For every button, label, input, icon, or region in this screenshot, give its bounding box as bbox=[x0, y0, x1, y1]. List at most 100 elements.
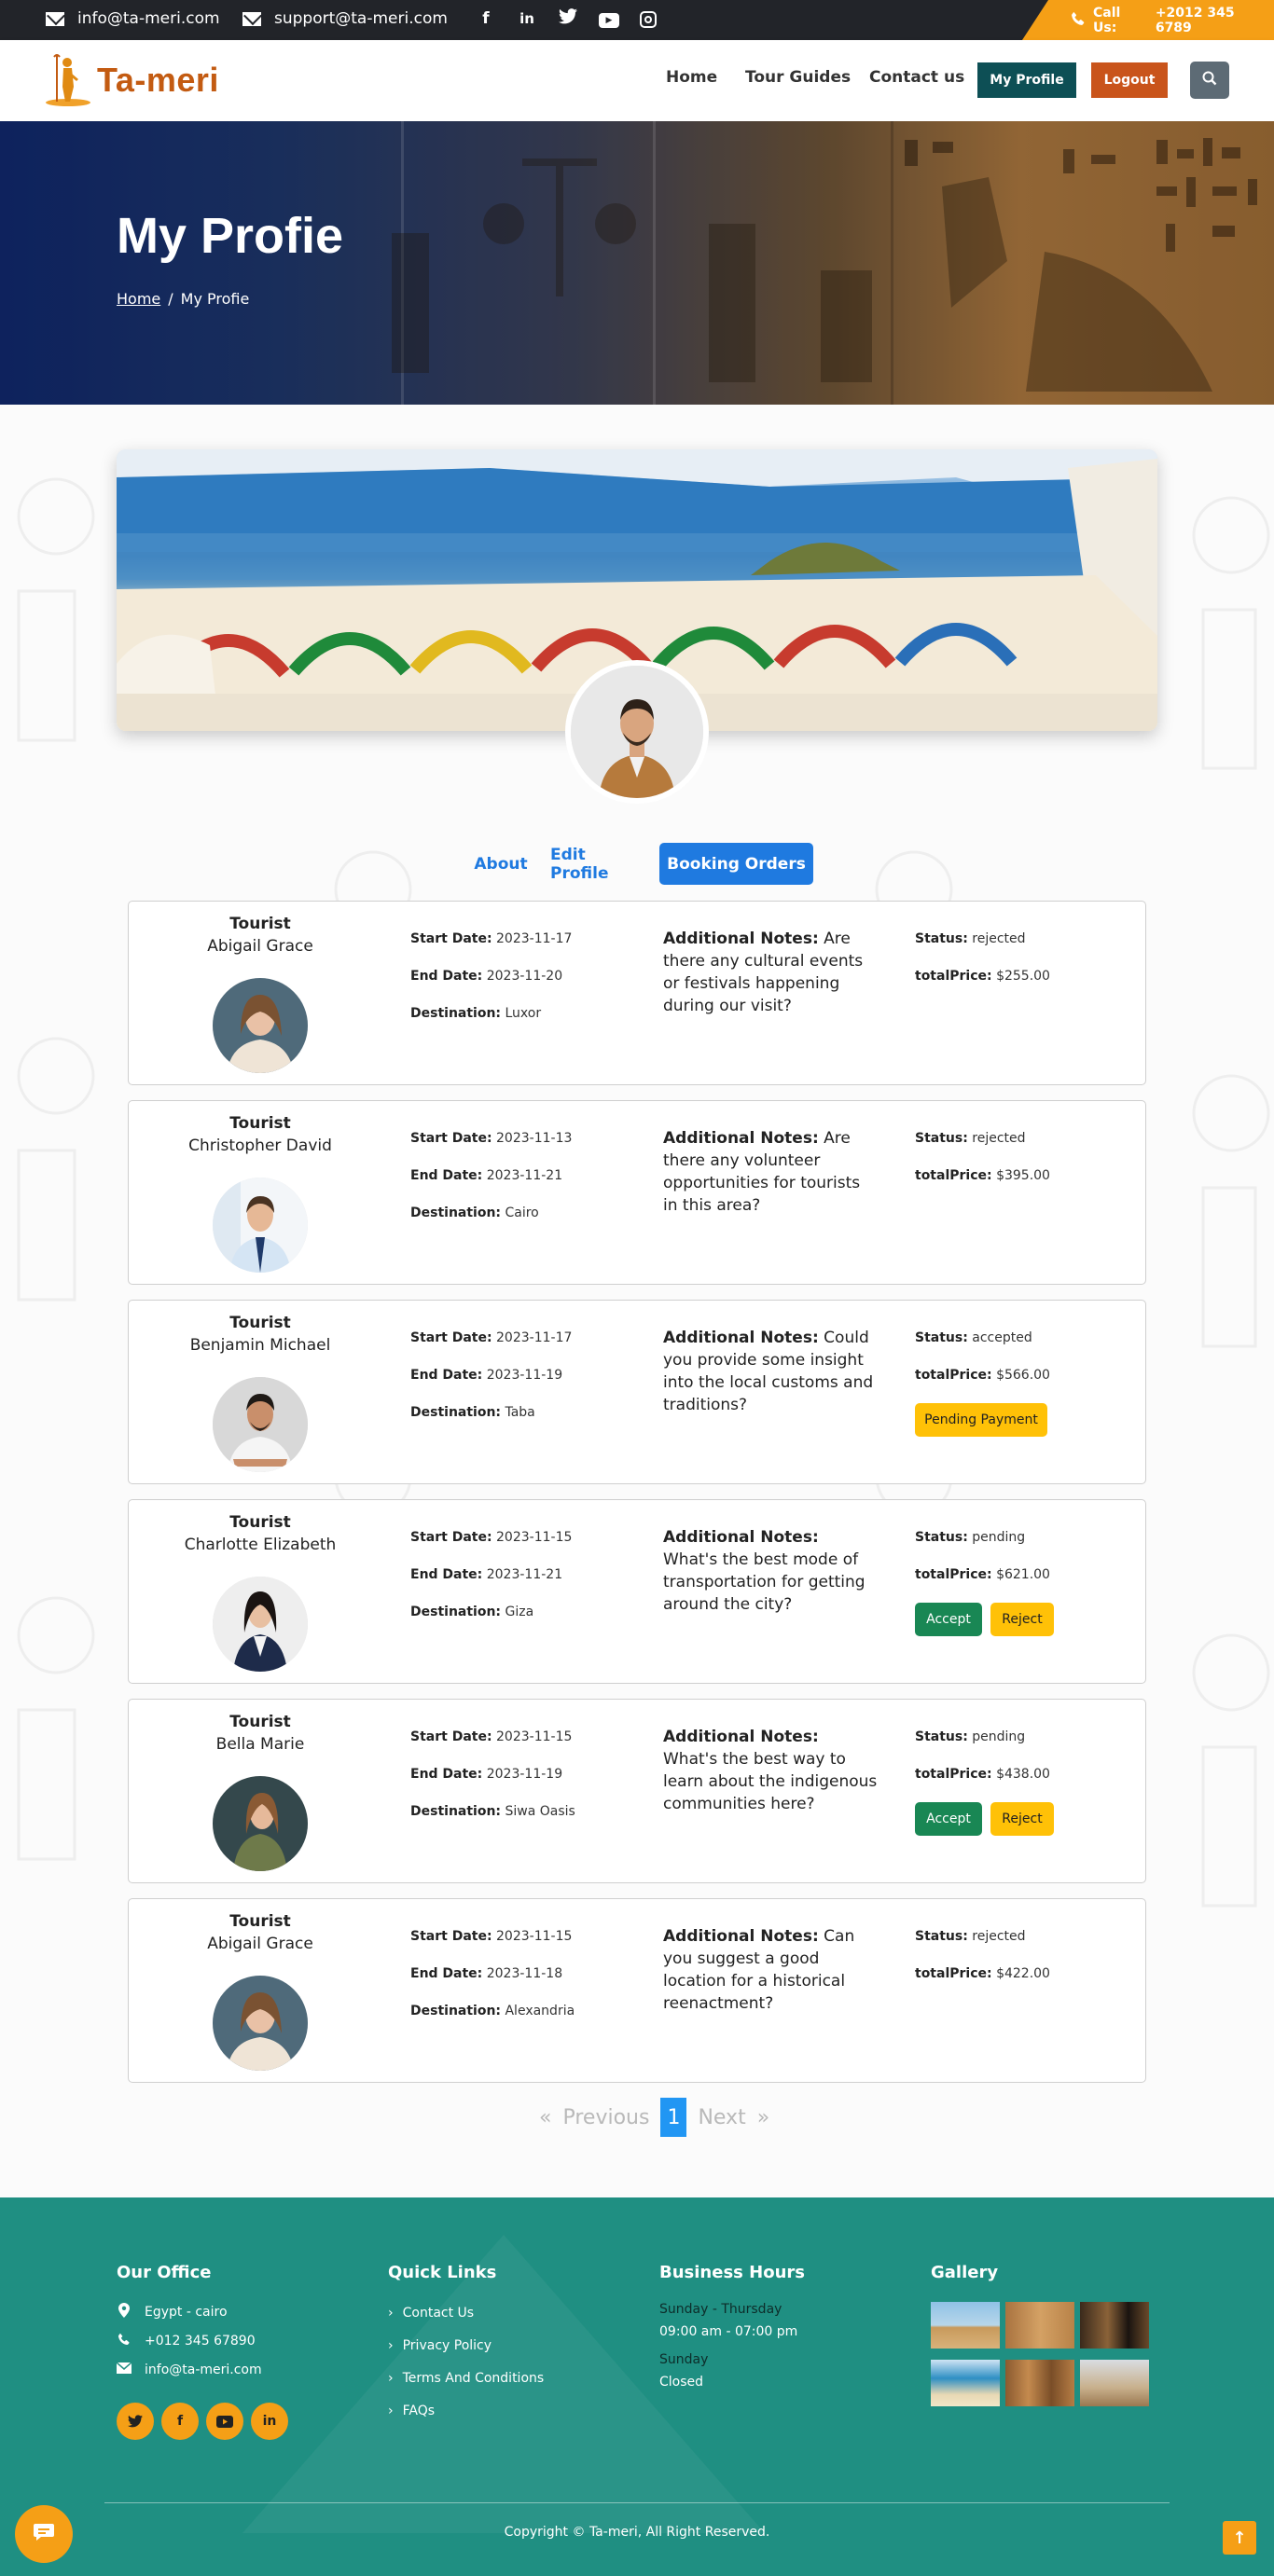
tourist-heading: Tourist bbox=[229, 1713, 291, 1731]
logout-button[interactable]: Logout bbox=[1091, 62, 1168, 98]
nav-contact-us[interactable]: Contact us bbox=[869, 68, 964, 87]
top-email-primary[interactable]: info@ta-meri.com bbox=[46, 9, 220, 28]
tourist-name: Abigail Grace bbox=[207, 1935, 313, 1953]
call-us[interactable]: Call Us: +2012 345 6789 bbox=[1022, 0, 1274, 40]
reject-button[interactable]: Reject bbox=[990, 1802, 1054, 1836]
search-icon bbox=[1202, 71, 1217, 90]
page-title: My Profie bbox=[117, 208, 344, 264]
footer-hours-time1: 09:00 am - 07:00 pm bbox=[659, 2324, 798, 2339]
nav-home[interactable]: Home bbox=[666, 68, 717, 87]
tourist-heading: Tourist bbox=[229, 1314, 291, 1332]
tab-edit-profile[interactable]: Edit Profile bbox=[550, 843, 647, 885]
booking-card: Tourist Christopher David Start Date: 20… bbox=[128, 1100, 1146, 1285]
tourist-heading: Tourist bbox=[229, 1114, 291, 1133]
tourist-name: Benjamin Michael bbox=[189, 1336, 331, 1355]
page-1-button[interactable]: 1 bbox=[660, 2098, 687, 2137]
reject-button[interactable]: Reject bbox=[990, 1603, 1054, 1636]
tourist-avatar bbox=[213, 1178, 308, 1273]
gallery-image-sphinx[interactable] bbox=[931, 2302, 1000, 2349]
accept-button[interactable]: Accept bbox=[915, 1802, 982, 1836]
gallery-image-city[interactable] bbox=[1080, 2360, 1149, 2406]
tourist-avatar bbox=[213, 978, 308, 1073]
tab-about[interactable]: About bbox=[470, 843, 532, 885]
footer-email[interactable]: info@ta-meri.com bbox=[116, 2362, 262, 2377]
site-logo[interactable]: Ta-meri bbox=[45, 53, 219, 107]
tourist-heading: Tourist bbox=[229, 1513, 291, 1532]
additional-notes: Additional Notes: What's the best mode o… bbox=[663, 1528, 865, 1614]
destination: Destination: Cairo bbox=[410, 1205, 539, 1220]
gallery-image-statues[interactable] bbox=[1080, 2302, 1149, 2349]
booking-card: Tourist Abigail Grace Start Date: 2023-1… bbox=[128, 901, 1146, 1085]
total-price: totalPrice: $621.00 bbox=[915, 1567, 1050, 1582]
linkedin-icon[interactable]: in bbox=[517, 10, 537, 27]
footer-link-faqs[interactable]: › FAQs bbox=[388, 2404, 435, 2418]
chevron-right-icon: › bbox=[388, 2404, 394, 2418]
site-footer: Our Office Egypt - cairo +012 345 67890 … bbox=[0, 2197, 1274, 2576]
gallery-image-temple[interactable] bbox=[1005, 2302, 1074, 2349]
location-pin-icon bbox=[117, 2303, 132, 2321]
tourist-heading: Tourist bbox=[229, 915, 291, 933]
tourist-name: Abigail Grace bbox=[207, 937, 313, 956]
breadcrumb-home[interactable]: Home bbox=[117, 290, 160, 308]
call-label: Call Us: bbox=[1093, 5, 1121, 35]
footer-hours-title: Business Hours bbox=[659, 2263, 805, 2282]
destination: Destination: Giza bbox=[410, 1605, 534, 1619]
footer-link-contact-us[interactable]: › Contact Us bbox=[388, 2306, 474, 2321]
pending-payment-button[interactable]: Pending Payment bbox=[915, 1403, 1047, 1437]
copyright-text: Copyright © Ta-meri, All Right Reserved. bbox=[504, 2525, 770, 2540]
gallery-image-abu-simbel[interactable] bbox=[1005, 2360, 1074, 2406]
gallery-image-coast[interactable] bbox=[931, 2360, 1000, 2406]
envelope-icon bbox=[242, 11, 261, 26]
tab-booking-orders[interactable]: Booking Orders bbox=[659, 843, 813, 885]
footer-hours-days1: Sunday - Thursday bbox=[659, 2302, 782, 2317]
chevron-right-icon: › bbox=[388, 2371, 394, 2386]
total-price: totalPrice: $438.00 bbox=[915, 1767, 1050, 1782]
envelope-icon bbox=[116, 2362, 132, 2377]
booking-card: Tourist Benjamin Michael Start Date: 202… bbox=[128, 1300, 1146, 1484]
back-to-top-button[interactable]: ↑ bbox=[1223, 2521, 1256, 2555]
tourist-avatar bbox=[213, 1577, 308, 1672]
breadcrumb: Home / My Profie bbox=[117, 290, 249, 308]
footer-hours-days2: Sunday bbox=[659, 2352, 709, 2367]
my-profile-button[interactable]: My Profile bbox=[977, 62, 1076, 98]
phone-icon bbox=[117, 2333, 132, 2349]
tourist-avatar bbox=[213, 1377, 308, 1472]
end-date: End Date: 2023-11-18 bbox=[410, 1966, 563, 1981]
tourist-avatar bbox=[213, 1976, 308, 2071]
end-date: End Date: 2023-11-19 bbox=[410, 1368, 563, 1383]
chat-button[interactable] bbox=[15, 2505, 73, 2563]
footer-facebook-icon[interactable]: f bbox=[161, 2403, 199, 2440]
total-price: totalPrice: $422.00 bbox=[915, 1966, 1050, 1981]
profile-avatar bbox=[565, 660, 709, 804]
footer-location: Egypt - cairo bbox=[117, 2303, 228, 2321]
previous-arrows[interactable]: « bbox=[539, 2106, 551, 2129]
footer-twitter-icon[interactable] bbox=[117, 2403, 154, 2440]
instagram-icon[interactable] bbox=[640, 11, 657, 28]
end-date: End Date: 2023-11-21 bbox=[410, 1567, 563, 1582]
breadcrumb-separator: / bbox=[168, 290, 173, 308]
footer-link-terms[interactable]: › Terms And Conditions bbox=[388, 2371, 544, 2386]
footer-link-privacy-policy[interactable]: › Privacy Policy bbox=[388, 2338, 492, 2353]
end-date: End Date: 2023-11-19 bbox=[410, 1767, 563, 1782]
accept-button[interactable]: Accept bbox=[915, 1603, 982, 1636]
footer-youtube-icon[interactable] bbox=[206, 2403, 243, 2440]
footer-office-title: Our Office bbox=[117, 2263, 212, 2282]
status: Status: rejected bbox=[915, 1131, 1026, 1146]
footer-linkedin-icon[interactable]: in bbox=[251, 2403, 288, 2440]
end-date: End Date: 2023-11-20 bbox=[410, 969, 563, 984]
next-link[interactable]: Next bbox=[698, 2106, 745, 2129]
youtube-icon[interactable]: ▶ bbox=[599, 12, 619, 28]
search-button[interactable] bbox=[1190, 62, 1229, 99]
nav-tour-guides[interactable]: Tour Guides bbox=[745, 68, 851, 87]
next-arrows[interactable]: » bbox=[757, 2106, 769, 2129]
twitter-icon[interactable] bbox=[558, 8, 578, 29]
booking-card: Tourist Abigail Grace Start Date: 2023-1… bbox=[128, 1898, 1146, 2083]
email-primary-text: info@ta-meri.com bbox=[77, 9, 220, 28]
start-date: Start Date: 2023-11-15 bbox=[410, 1729, 573, 1744]
footer-phone[interactable]: +012 345 67890 bbox=[117, 2333, 256, 2349]
facebook-icon[interactable]: f bbox=[476, 9, 496, 28]
previous-link[interactable]: Previous bbox=[562, 2106, 649, 2129]
pagination: « Previous 1 Next » bbox=[539, 2098, 769, 2137]
top-email-support[interactable]: support@ta-meri.com bbox=[242, 9, 448, 28]
status: Status: accepted bbox=[915, 1330, 1032, 1345]
